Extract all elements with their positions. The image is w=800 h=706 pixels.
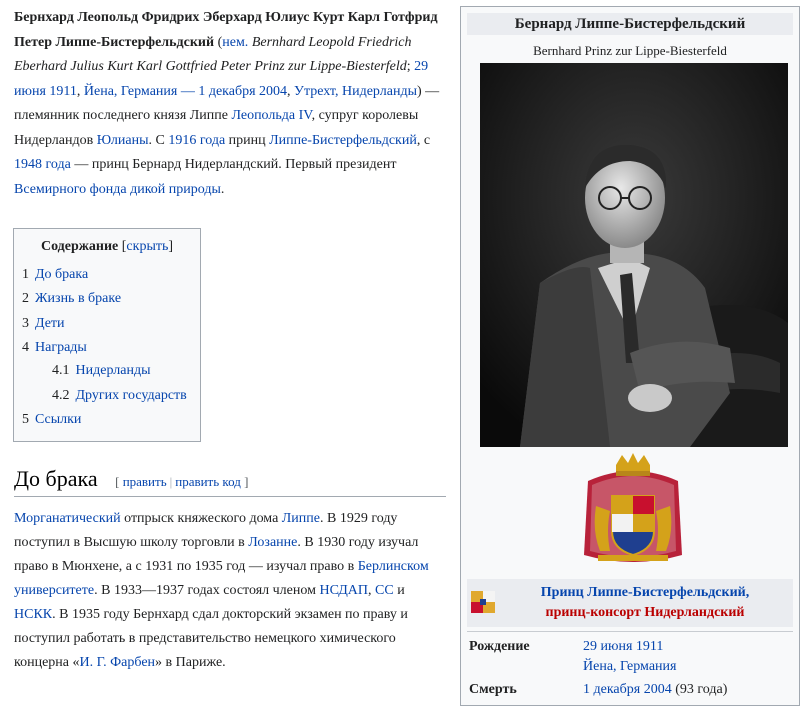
section-edit-links: [ править | править код ] — [115, 474, 249, 489]
toc-item-2[interactable]: 2 Жизнь в браке — [22, 291, 121, 307]
year-1916-link[interactable]: 1916 года — [168, 133, 225, 148]
section-text: отпрыск княжеского дома — [124, 511, 279, 526]
nsdap-link[interactable]: НСДАП — [319, 583, 368, 598]
coat-of-arms[interactable] — [578, 451, 688, 571]
lippe-title-link[interactable]: Липпе-Бистерфельдский — [269, 133, 417, 148]
toc-item-4-2[interactable]: 4.2 Других государств — [52, 388, 187, 404]
toc-link[interactable]: До брака — [35, 267, 88, 282]
toc-number: 1 — [22, 267, 29, 282]
royal-standard-icon — [471, 591, 495, 613]
infobox-caption: Принц Липпе-Бистерфельдский, принц-консо… — [467, 579, 793, 627]
toc-header: Содержание [скрыть] — [14, 239, 200, 255]
toc-item-5[interactable]: 5 Ссылки — [22, 412, 81, 428]
ss-link[interactable]: СС — [375, 583, 394, 598]
death-label: Смерть — [469, 682, 517, 697]
lead-text-3: . С — [148, 132, 165, 148]
ig-farben-link[interactable]: И. Г. Фарбен — [80, 655, 156, 670]
nskk-link[interactable]: НСКК — [14, 607, 52, 622]
toc-hide-toggle[interactable]: [скрыть] — [122, 239, 173, 254]
caption-title-link[interactable]: Принц Липпе-Бистерфельдский, — [497, 583, 793, 603]
caption-consort-link[interactable]: принц-консорт Нидерландский — [497, 603, 793, 623]
infobox-divider — [467, 631, 793, 632]
table-of-contents: Содержание [скрыть] 1 До брака 2 Жизнь в б… — [13, 228, 201, 442]
infobox: Бернард Липпе-Бистерфельдский Bernhard P… — [460, 6, 800, 706]
dash-link[interactable]: — — [181, 84, 195, 99]
section-text: » в Париже. — [155, 655, 226, 670]
lippe-link[interactable]: Липпе — [282, 511, 320, 526]
infobox-title: Бернард Липпе-Бистерфельдский — [467, 13, 793, 35]
lead-text-4: принц — [228, 132, 266, 148]
section-text: , — [368, 583, 372, 598]
section-title: До брака — [14, 466, 98, 491]
edit-link[interactable]: править — [123, 474, 167, 489]
toc-number: 5 — [22, 412, 29, 427]
section-text: и — [397, 583, 405, 598]
birth-place-link[interactable]: Йена, Германия — [84, 84, 177, 99]
toc-link[interactable]: Ссылки — [35, 412, 81, 427]
death-age: (93 года) — [675, 682, 728, 697]
toc-number: 4.2 — [52, 388, 70, 403]
year-1948-link[interactable]: 1948 года — [14, 157, 71, 172]
edit-code-link[interactable]: править код — [175, 474, 241, 489]
death-date-link[interactable]: 1 декабря 2004 — [583, 682, 672, 697]
toc-link[interactable]: Других государств — [76, 388, 187, 403]
lausanne-link[interactable]: Лозанне — [248, 535, 297, 550]
death-place-link[interactable]: Утрехт, Нидерланды — [294, 84, 417, 99]
toc-number: 2 — [22, 291, 29, 306]
toc-title: Содержание — [40, 239, 119, 254]
section-paragraph: Морганатический отпрыск княжеского дома … — [14, 507, 444, 675]
toc-item-1[interactable]: 1 До брака — [22, 267, 88, 283]
juliana-link[interactable]: Юлианы — [97, 133, 149, 148]
birth-date-link[interactable]: 29 июня 1911 — [583, 637, 663, 657]
toc-item-3[interactable]: 3 Дети — [22, 316, 65, 332]
toc-link[interactable]: Нидерланды — [76, 363, 151, 378]
toc-number: 3 — [22, 316, 29, 331]
infobox-subtitle: Bernhard Prinz zur Lippe-Biesterfeld — [533, 43, 727, 58]
lead-text-5: , с — [416, 132, 431, 148]
section-text: . В 1933—1937 годах состоял членом — [94, 583, 316, 598]
portrait-photo[interactable] — [480, 63, 788, 447]
birth-label: Рождение — [469, 639, 530, 654]
coat-of-arms-icon — [584, 453, 682, 562]
lead-text-6: — принц Бернард Нидерландский. Первый пр… — [74, 157, 397, 172]
toc-link[interactable]: Награды — [35, 340, 87, 355]
toc-number: 4 — [22, 340, 29, 355]
morganatic-link[interactable]: Морганатический — [14, 511, 121, 526]
portrait-image — [480, 63, 788, 447]
toc-hide-link[interactable]: скрыть — [126, 239, 168, 254]
toc-number: 4.1 — [52, 363, 70, 378]
toc-link[interactable]: Жизнь в браке — [35, 291, 121, 306]
toc-link[interactable]: Дети — [35, 316, 65, 331]
section-heading: До брака [ править | править код ] — [14, 466, 446, 497]
death-date-link[interactable]: 1 декабря 2004 — [198, 84, 287, 99]
leopold-link[interactable]: Леопольда IV — [231, 108, 311, 123]
lead-paragraph: Бернхард Леопольд Фридрих Эберхард Юлиус… — [14, 10, 440, 197]
death-value: 1 декабря 2004 (93 года) — [583, 680, 727, 700]
wwf-link[interactable]: Всемирного фонда дикой природы — [14, 182, 221, 197]
toc-item-4-1[interactable]: 4.1 Нидерланды — [52, 363, 150, 379]
german-language-link[interactable]: нем. — [222, 35, 248, 50]
birth-place-link[interactable]: Йена, Германия — [583, 657, 676, 677]
lead-text-7: . — [220, 181, 225, 197]
toc-item-4[interactable]: 4 Награды — [22, 340, 87, 356]
